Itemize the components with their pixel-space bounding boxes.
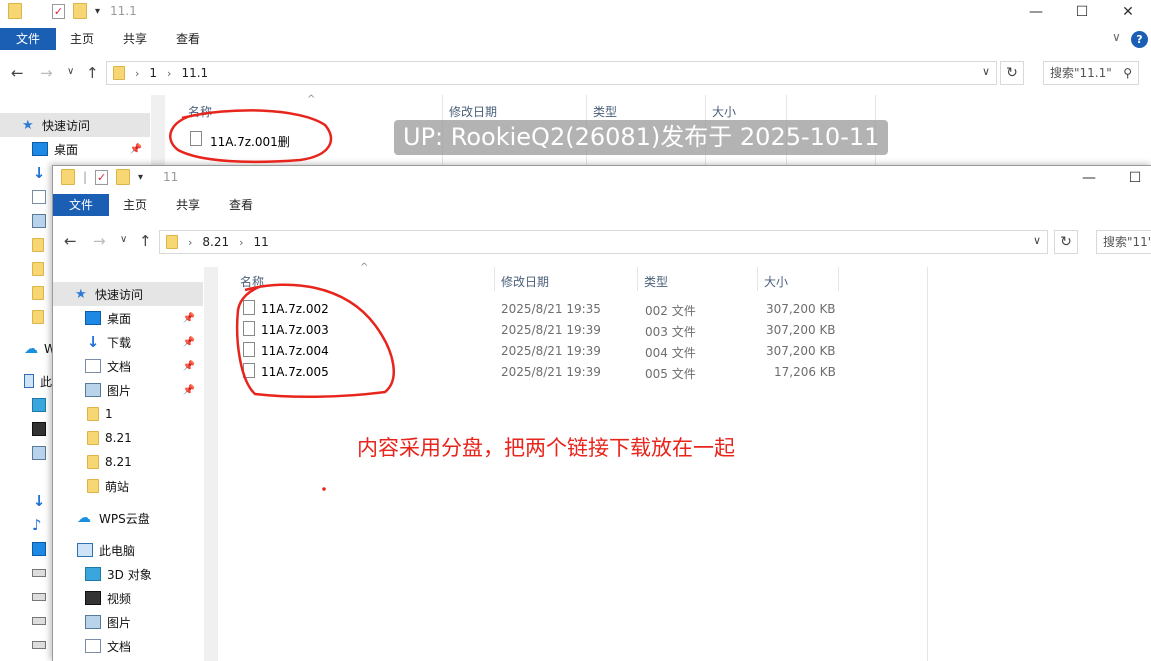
- annotation-layer: [169, 109, 395, 491]
- annotation-dot: [322, 487, 326, 491]
- annotation-circle-back-file: [169, 109, 333, 164]
- annotation-circle-front-files: [235, 283, 395, 399]
